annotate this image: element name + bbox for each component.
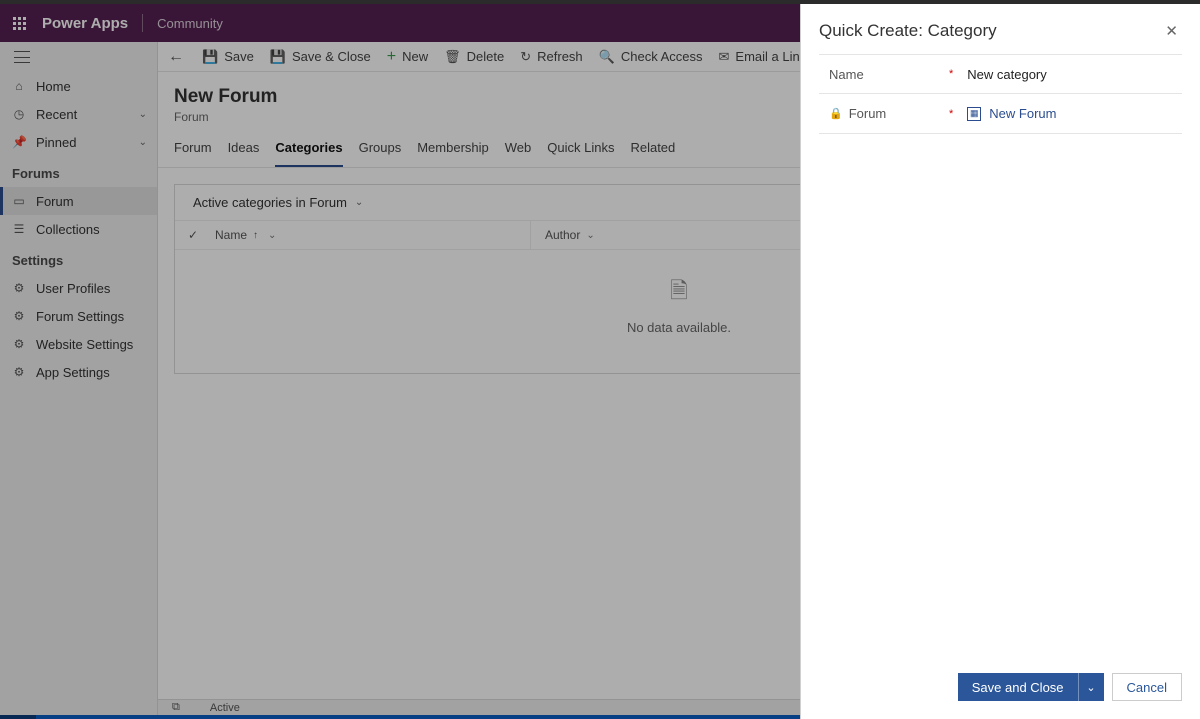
field-name-value[interactable]: New category [961, 67, 1182, 82]
modal-overlay [0, 4, 800, 719]
panel-title: Quick Create: Category [819, 21, 997, 41]
entity-icon: ▦ [967, 107, 981, 121]
required-icon: * [949, 108, 953, 120]
save-dropdown-button[interactable]: ⌄ [1078, 673, 1104, 701]
required-icon: * [949, 68, 953, 80]
cancel-button[interactable]: Cancel [1112, 673, 1182, 701]
field-forum-value[interactable]: ▦ New Forum [961, 106, 1182, 121]
quick-create-panel: Quick Create: Category ✕ Name * New cate… [800, 4, 1200, 719]
close-icon[interactable]: ✕ [1161, 18, 1182, 44]
field-name[interactable]: Name * New category [819, 54, 1182, 94]
field-name-label: Name [829, 67, 864, 82]
field-forum[interactable]: 🔒 Forum * ▦ New Forum [819, 94, 1182, 134]
lock-icon: 🔒 [829, 107, 843, 120]
field-forum-label: Forum [849, 106, 887, 121]
save-and-close-button[interactable]: Save and Close [958, 673, 1078, 701]
